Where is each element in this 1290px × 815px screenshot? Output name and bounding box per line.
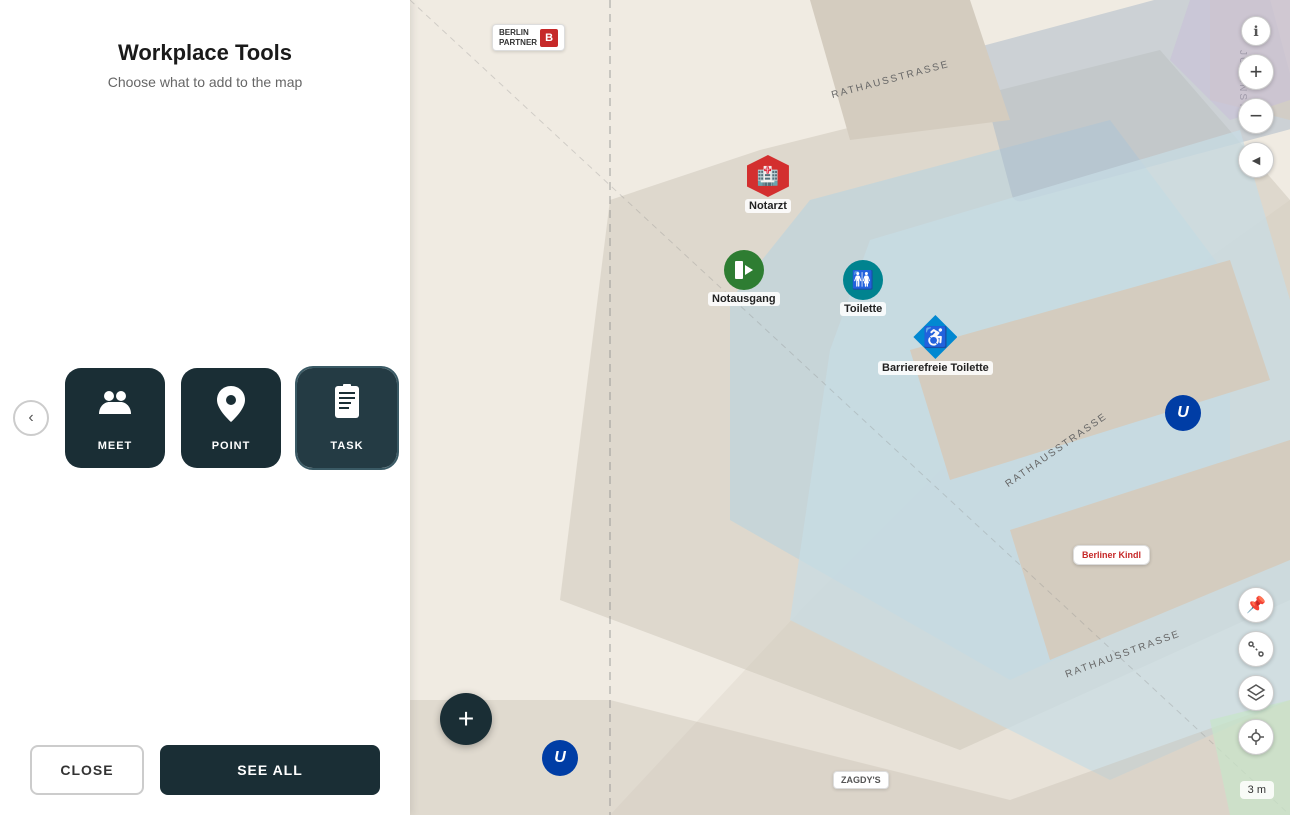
berlin-b-logo: B [540,29,558,47]
notausgang-label: Notausgang [708,292,780,306]
point-label: POINT [212,440,251,452]
locate-button[interactable] [1238,719,1274,755]
barrierefreie-icon: ♿ [913,315,957,359]
zoom-out-button[interactable]: − [1238,98,1274,134]
panel-header: Workplace Tools Choose what to add to th… [20,40,390,90]
tool-task[interactable]: TASK [297,368,397,468]
zaggys-badge: ZAGDY'S [833,771,889,789]
zoom-in-button[interactable]: + [1238,54,1274,90]
ubahn-sign-top: U [1165,395,1201,431]
notausgang-icon [724,250,764,290]
scale-bar: 3 m [1240,781,1274,799]
map-controls-top-right: ℹ + − ◄ [1238,16,1274,178]
task-icon [329,384,365,432]
add-button[interactable]: + [440,693,492,745]
tools-row: ‹ MEET POINT [20,368,390,468]
marker-notausgang[interactable]: Notausgang [708,250,780,306]
scale-text: 3 m [1248,784,1266,796]
panel-title: Workplace Tools [20,40,390,66]
marker-notarzt[interactable]: 🏥 Notarzt [745,155,791,213]
left-panel: Workplace Tools Choose what to add to th… [0,0,410,815]
barrierefreie-label: Barrierefreie Toilette [878,361,993,375]
measure-button[interactable] [1238,631,1274,667]
tool-meet[interactable]: MEET [65,368,165,468]
pin-button[interactable]: 📌 [1238,587,1274,623]
map-area[interactable]: RATHAUSSTRASSE JUDENSTR. RATHAUSSTRASSE … [410,0,1290,815]
berliner-kindl-badge: Berliner Kindl [1073,545,1150,565]
tool-point[interactable]: POINT [181,368,281,468]
marker-toilette[interactable]: 🚻 Toilette [840,260,886,316]
berliner-kindl-text: Berliner Kindl [1082,550,1141,560]
toilette-label: Toilette [840,302,886,316]
compass-button[interactable]: ◄ [1238,142,1274,178]
close-button[interactable]: CLOSE [30,745,144,795]
map-controls-bottom-right: 📌 [1238,587,1274,755]
info-button[interactable]: ℹ [1241,16,1271,46]
see-all-button[interactable]: SEE ALL [160,745,380,795]
task-label: TASK [330,440,363,452]
toilette-icon: 🚻 [843,260,883,300]
berlin-partner-badge: BERLINPARTNER B [492,24,565,51]
zaggys-text: ZAGDY'S [841,775,881,785]
meet-label: MEET [98,440,133,452]
berlin-partner-text: BERLINPARTNER [499,28,537,47]
layers-button[interactable] [1238,675,1274,711]
bottom-buttons: CLOSE SEE ALL [20,745,390,795]
notarzt-icon: 🏥 [747,155,789,197]
ubahn-sign-bottom: U [542,740,578,776]
marker-barrierefreie[interactable]: ♿ Barrierefreie Toilette [878,315,993,375]
panel-subtitle: Choose what to add to the map [20,74,390,90]
meet-icon [95,384,135,432]
notarzt-label: Notarzt [745,199,791,213]
point-icon [213,384,249,432]
nav-arrow-left[interactable]: ‹ [13,400,49,436]
